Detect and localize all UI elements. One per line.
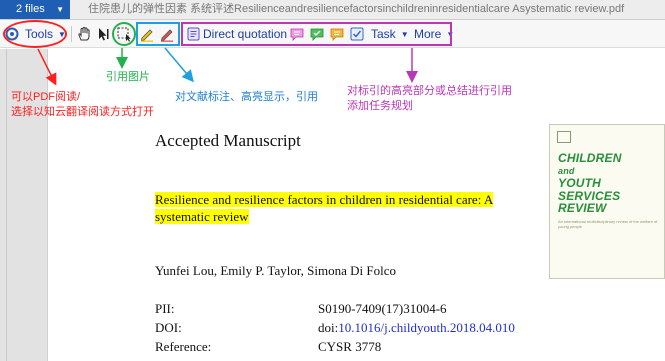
annotation-red-line1: 可以PDF阅读/ — [11, 91, 81, 103]
image-tool-highlight-circle — [112, 22, 136, 46]
quotation-tools-highlight-box — [181, 22, 452, 46]
article-title-line2: systematic review — [155, 209, 249, 224]
doi-link[interactable]: 10.1016/j.childyouth.2018.04.010 — [338, 320, 515, 335]
journal-cover-subtitle: An international multidisciplinary revie… — [558, 219, 658, 229]
hand-tool-icon[interactable] — [76, 26, 92, 42]
chevron-down-icon[interactable]: ▼ — [56, 0, 64, 19]
journal-cover-title: CHILDREN and YOUTH SERVICES REVIEW — [558, 152, 622, 215]
annotation-red-line2: 选择以知云翻译阅读方式打开 — [11, 106, 154, 118]
annotation-blue: 对文献标注、高亮显示，引用 — [175, 91, 318, 103]
title-bar: 2 files ▼ 住院患儿的弹性因素 系统评述Resilienceandres… — [0, 0, 665, 20]
publisher-logo — [557, 131, 571, 143]
pii-value: S0190-7409(17)31004-6 — [318, 301, 447, 316]
tools-highlight-ellipse — [3, 20, 67, 48]
doi-label: DOI: — [155, 320, 182, 335]
annotation-purple-line1: 对标引的高亮部分或总结进行引用 — [347, 85, 512, 97]
cover-title-line: CHILDREN — [558, 151, 622, 165]
page-heading: Accepted Manuscript — [155, 131, 301, 150]
files-tab[interactable]: 2 files ▼ — [0, 0, 70, 19]
gutter-divider — [6, 49, 7, 361]
reference-label: Reference: — [155, 339, 212, 354]
files-tab-label: 2 files — [16, 3, 45, 15]
annotation-red: 可以PDF阅读/ 选择以知云翻译阅读方式打开 — [11, 90, 154, 120]
annotation-purple-line2: 添加任务规划 — [347, 100, 413, 112]
pen-tools-highlight-box — [136, 22, 180, 46]
document-title: 住院患儿的弹性因素 系统评述Resilienceandresiliencefac… — [88, 3, 625, 15]
highlighted-article-title[interactable]: Resilience and resilience factors in chi… — [155, 191, 494, 225]
toolbar-separator — [71, 26, 72, 42]
pii-label: PII: — [155, 301, 175, 316]
article-authors: Yunfei Lou, Emily P. Taylor, Simona Di F… — [155, 263, 396, 278]
annotation-purple: 对标引的高亮部分或总结进行引用 添加任务规划 — [347, 84, 512, 114]
doi-value: doi:10.1016/j.childyouth.2018.04.010 — [318, 320, 515, 336]
journal-cover: CHILDREN and YOUTH SERVICES REVIEW An in… — [549, 124, 665, 279]
article-title-line1: Resilience and resilience factors in chi… — [155, 192, 494, 207]
cover-title-line: REVIEW — [558, 201, 607, 215]
doi-prefix: doi: — [318, 320, 339, 335]
select-text-icon[interactable] — [96, 26, 112, 42]
cover-title-line: YOUTH — [558, 176, 601, 190]
blue-arrow — [164, 47, 194, 83]
annotation-green: 引用图片 — [106, 71, 150, 83]
reference-value: CYSR 3778 — [318, 339, 382, 354]
